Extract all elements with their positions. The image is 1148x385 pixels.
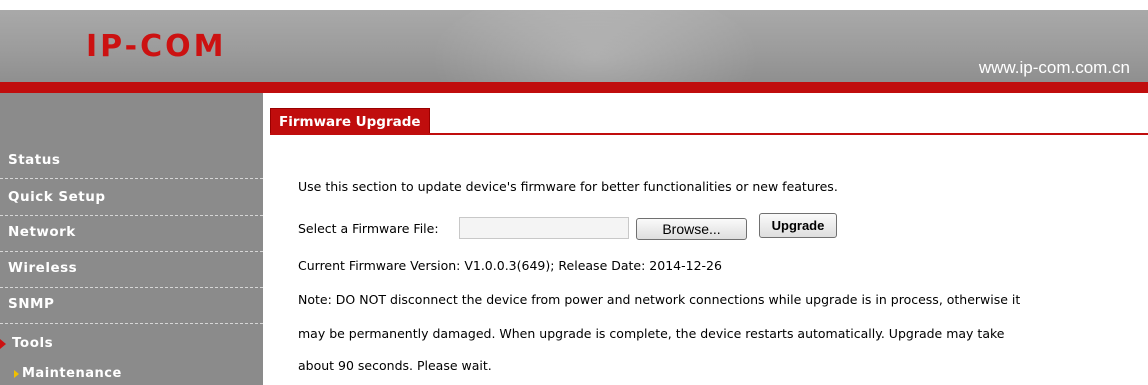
main-content: Firmware Upgrade Use this section to upd… bbox=[263, 93, 1148, 385]
sidebar-item-label: Tools bbox=[12, 335, 54, 351]
sidebar: Status Quick Setup Network Wireless SNMP… bbox=[0, 93, 263, 385]
sidebar-item-tools[interactable]: Tools bbox=[0, 325, 263, 361]
sidebar-item-label: SNMP bbox=[8, 296, 55, 312]
firmware-version-text: Current Firmware Version: V1.0.0.3(649);… bbox=[298, 258, 722, 273]
sidebar-item-snmp[interactable]: SNMP bbox=[0, 288, 263, 324]
firmware-file-input[interactable] bbox=[459, 217, 629, 239]
sidebar-item-network[interactable]: Network bbox=[0, 216, 263, 252]
sidebar-subitem-label: Maintenance bbox=[22, 366, 122, 381]
upgrade-button[interactable]: Upgrade bbox=[759, 213, 837, 238]
tab-underline bbox=[270, 133, 1148, 135]
submenu-arrow-icon bbox=[14, 370, 19, 378]
firmware-file-label: Select a Firmware File: bbox=[298, 221, 439, 236]
note-text-line-3: about 90 seconds. Please wait. bbox=[298, 358, 492, 373]
header-divider-bar bbox=[0, 82, 1148, 93]
tab-firmware-upgrade[interactable]: Firmware Upgrade bbox=[270, 108, 430, 135]
note-text-line-1: Note: DO NOT disconnect the device from … bbox=[298, 292, 1021, 307]
expanded-arrow-icon bbox=[0, 339, 6, 349]
sidebar-item-label: Wireless bbox=[8, 260, 78, 276]
header-banner: IP-COM www.ip-com.com.cn bbox=[0, 10, 1148, 82]
sidebar-subitem-maintenance[interactable]: Maintenance bbox=[0, 363, 263, 385]
sidebar-item-status[interactable]: Status bbox=[0, 143, 263, 179]
sidebar-item-label: Network bbox=[8, 224, 76, 240]
sidebar-item-wireless[interactable]: Wireless bbox=[0, 252, 263, 288]
intro-text: Use this section to update device's firm… bbox=[298, 179, 838, 194]
ip-com-logo: IP-COM bbox=[86, 29, 227, 64]
sidebar-item-quick-setup[interactable]: Quick Setup bbox=[0, 180, 263, 216]
sidebar-item-label: Status bbox=[8, 152, 61, 168]
site-url[interactable]: www.ip-com.com.cn bbox=[979, 58, 1130, 78]
globe-background-icon bbox=[430, 10, 760, 82]
sidebar-item-label: Quick Setup bbox=[8, 189, 106, 205]
browse-button[interactable]: Browse... bbox=[636, 218, 747, 240]
note-text-line-2: may be permanently damaged. When upgrade… bbox=[298, 326, 1005, 341]
top-strip bbox=[0, 0, 1148, 10]
